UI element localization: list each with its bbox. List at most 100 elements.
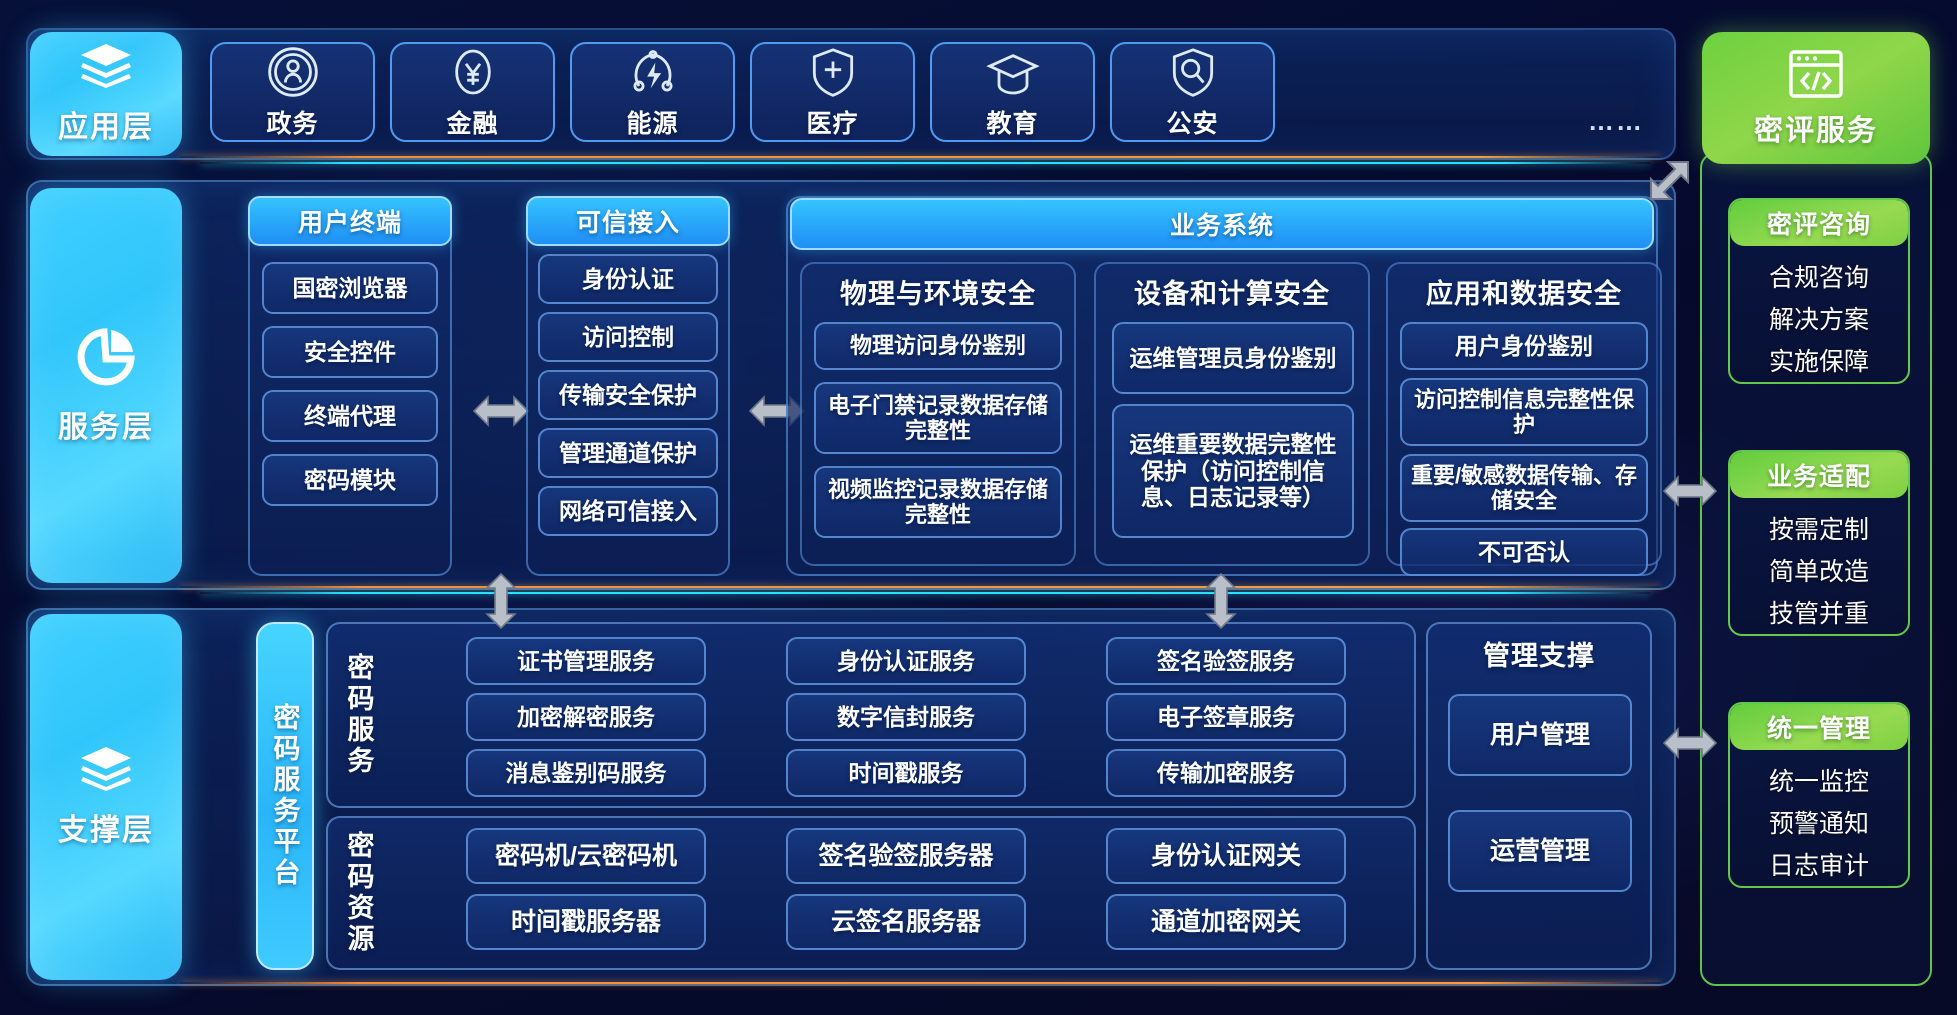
crypto-resource-item[interactable]: 通道加密网关	[1106, 894, 1346, 950]
app-tile-label: 医疗	[806, 110, 859, 138]
assessment-card-item[interactable]: 预警通知	[1730, 804, 1908, 840]
support-layer-pill[interactable]: 支撑层	[30, 614, 182, 980]
crypto-resource-item[interactable]: 签名验签服务器	[786, 828, 1026, 884]
app-tile-government[interactable]: 政务	[210, 42, 375, 142]
crypto-service-label: 密码服务	[343, 653, 374, 777]
user-terminal-title[interactable]: 用户终端	[248, 196, 452, 246]
crypto-resource-item[interactable]: 密码机/云密码机	[466, 828, 706, 884]
trusted-access-title[interactable]: 可信接入	[526, 196, 730, 246]
management-support-item[interactable]: 运营管理	[1448, 810, 1632, 892]
arrow-support-to-assessment	[1662, 727, 1718, 759]
crypto-service-item[interactable]: 消息鉴别码服务	[466, 749, 706, 797]
service-layer-pill[interactable]: 服务层	[30, 188, 182, 583]
crypto-service-item[interactable]: 签名验签服务	[1106, 637, 1346, 685]
energy-bolt-icon	[633, 50, 672, 92]
assessment-card-item[interactable]: 统一监控	[1730, 762, 1908, 798]
business-system-item[interactable]: 物理访问身份鉴别	[814, 322, 1062, 370]
application-layer-label: 应用层	[58, 111, 154, 144]
trusted-access-item[interactable]: 网络可信接入	[538, 486, 718, 536]
service-layer-accent-line	[180, 586, 1660, 588]
app-tile-energy[interactable]: 能源	[570, 42, 735, 142]
assessment-card-item[interactable]: 简单改造	[1730, 552, 1908, 588]
assessment-card-item[interactable]: 按需定制	[1730, 510, 1908, 546]
business-system-item[interactable]: 电子门禁记录数据存储完整性	[814, 382, 1062, 454]
crypto-service-item[interactable]: 证书管理服务	[466, 637, 706, 685]
crypto-service-item[interactable]: 身份认证服务	[786, 637, 1026, 685]
crypto-service-item[interactable]: 数字信封服务	[786, 693, 1026, 741]
user-terminal-item[interactable]: 国密浏览器	[262, 262, 438, 314]
police-shield-search-icon	[1172, 48, 1213, 97]
trusted-access-item[interactable]: 身份认证	[538, 254, 718, 304]
trusted-access-item[interactable]: 传输安全保护	[538, 370, 718, 420]
crypto-resource-item[interactable]: 云签名服务器	[786, 894, 1026, 950]
pie-chart-icon	[77, 327, 135, 385]
assessment-card-item[interactable]: 技管并重	[1730, 594, 1908, 630]
app-tile-police[interactable]: 公安	[1110, 42, 1275, 142]
architecture-diagram: 应用层 政务 金融 能源 医疗 教育 公安 …… 服务层 用户终端 国密浏览器 …	[0, 0, 1957, 1015]
application-layer-more: ……	[1588, 106, 1644, 136]
code-window-icon	[1789, 50, 1843, 98]
app-tile-education[interactable]: 教育	[930, 42, 1095, 142]
app-tile-label: 政务	[266, 110, 319, 138]
crypto-resource-item[interactable]: 身份认证网关	[1106, 828, 1346, 884]
assessment-card-title[interactable]: 业务适配	[1730, 452, 1908, 498]
business-system-item[interactable]: 不可否认	[1400, 528, 1648, 576]
crypto-service-item[interactable]: 加密解密服务	[466, 693, 706, 741]
user-terminal-group	[248, 196, 452, 576]
business-system-item[interactable]: 运维重要数据完整性保护（访问控制信息、日志记录等）	[1112, 404, 1354, 538]
assessment-card-title[interactable]: 密评咨询	[1730, 200, 1908, 246]
support-layer-label: 支撑层	[58, 814, 154, 847]
business-system-item[interactable]: 访问控制信息完整性保护	[1400, 378, 1648, 446]
service-layer-label: 服务层	[58, 410, 154, 444]
management-support-item[interactable]: 用户管理	[1448, 694, 1632, 776]
application-layer-cyan-line	[200, 162, 1650, 164]
assessment-service-header[interactable]: 密评服务	[1702, 32, 1930, 164]
business-system-item[interactable]: 运维管理员身份鉴别	[1112, 322, 1354, 394]
crypto-resource-label: 密码资源	[343, 831, 374, 955]
app-tile-label: 公安	[1166, 110, 1219, 138]
assessment-card-adaptation: 业务适配 按需定制 简单改造 技管并重	[1728, 450, 1910, 636]
business-system-item[interactable]: 重要/敏感数据传输、存储安全	[1400, 454, 1648, 522]
management-support-panel	[1426, 622, 1652, 970]
crypto-service-item[interactable]: 时间戳服务	[786, 749, 1026, 797]
application-layer-pill[interactable]: 应用层	[30, 32, 182, 156]
crypto-platform-label: 密码服务平台	[269, 703, 300, 889]
business-system-column-title: 设备和计算安全	[1134, 279, 1330, 309]
crypto-service-item[interactable]: 传输加密服务	[1106, 749, 1346, 797]
app-tile-finance[interactable]: 金融	[390, 42, 555, 142]
finance-yuan-icon	[454, 49, 491, 95]
management-support-title: 管理支撑	[1483, 641, 1595, 671]
business-system-column-title: 物理与环境安全	[840, 279, 1036, 309]
trusted-access-item[interactable]: 管理通道保护	[538, 428, 718, 478]
assessment-card-item[interactable]: 实施保障	[1730, 342, 1908, 378]
application-layer-accent-line	[180, 156, 1660, 158]
assessment-service-label: 密评服务	[1753, 115, 1878, 147]
app-tile-medical[interactable]: 医疗	[750, 42, 915, 142]
trusted-access-item[interactable]: 访问控制	[538, 312, 718, 362]
arrow-terminal-to-access	[472, 395, 530, 427]
user-terminal-item[interactable]: 安全控件	[262, 326, 438, 378]
crypto-platform-bar[interactable]: 密码服务平台	[256, 622, 314, 970]
crypto-resource-item[interactable]: 时间戳服务器	[466, 894, 706, 950]
government-person-icon	[267, 47, 318, 97]
user-terminal-item[interactable]: 终端代理	[262, 390, 438, 442]
arrow-service-to-support-left	[485, 572, 517, 630]
layers-icon	[81, 44, 131, 88]
business-system-column-title: 应用和数据安全	[1426, 279, 1622, 309]
assessment-card-item[interactable]: 日志审计	[1730, 846, 1908, 882]
user-terminal-item[interactable]: 密码模块	[262, 454, 438, 506]
business-system-title[interactable]: 业务系统	[790, 198, 1654, 250]
support-layer-accent-line	[180, 982, 1660, 984]
business-system-item[interactable]: 视频监控记录数据存储完整性	[814, 466, 1062, 538]
assessment-card-item[interactable]: 解决方案	[1730, 300, 1908, 336]
arrow-service-to-assessment	[1662, 475, 1718, 507]
crypto-service-item[interactable]: 电子签章服务	[1106, 693, 1346, 741]
assessment-card-consulting: 密评咨询 合规咨询 解决方案 实施保障	[1728, 198, 1910, 384]
education-cap-icon	[985, 54, 1040, 95]
arrow-service-to-support-right	[1205, 572, 1237, 630]
arrow-app-to-assessment	[1650, 161, 1689, 200]
app-tile-label: 能源	[626, 110, 679, 138]
business-system-item[interactable]: 用户身份鉴别	[1400, 322, 1648, 370]
assessment-card-title[interactable]: 统一管理	[1730, 704, 1908, 750]
assessment-card-item[interactable]: 合规咨询	[1730, 258, 1908, 294]
